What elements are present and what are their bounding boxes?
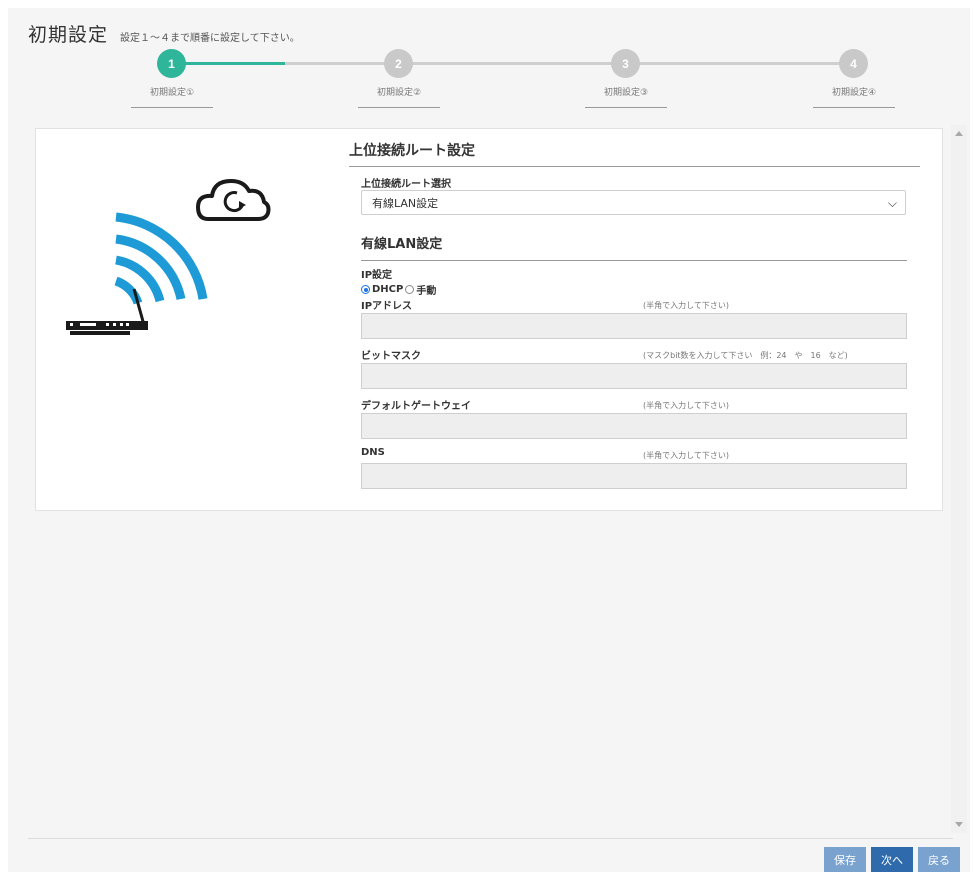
save-button[interactable]: 保存 bbox=[824, 847, 866, 872]
dns-hint: (半角で入力して下さい) bbox=[643, 451, 730, 460]
bitmask-hint: (マスクbit数を入力して下さい 例：24 や 16 など) bbox=[643, 351, 848, 360]
route-select[interactable]: 有線LAN設定 ⌵ bbox=[361, 190, 906, 215]
step-3-label: 初期設定③ bbox=[603, 88, 649, 98]
stepper: 1 初期設定① 2 初期設定② 3 初期設定③ 4 初期設定④ bbox=[0, 0, 974, 120]
step-3-underline bbox=[585, 107, 667, 108]
step-4-underline bbox=[813, 107, 895, 108]
wired-lan-section-title: 有線LAN設定 bbox=[361, 233, 907, 261]
chevron-down-icon: ⌵ bbox=[887, 196, 897, 210]
manual-radio-label[interactable]: 手動 bbox=[416, 282, 436, 297]
default-gateway-input[interactable] bbox=[361, 413, 907, 439]
default-gateway-label: デフォルトゲートウェイ bbox=[361, 401, 471, 412]
router-icon bbox=[66, 288, 148, 335]
ip-address-label: IPアドレス bbox=[361, 301, 413, 312]
dns-input[interactable] bbox=[361, 463, 907, 489]
step-1-label: 初期設定① bbox=[149, 88, 195, 98]
ip-address-input[interactable] bbox=[361, 313, 907, 339]
dhcp-radio-label[interactable]: DHCP bbox=[372, 284, 403, 295]
step-track-line bbox=[285, 62, 840, 65]
step-4-circle[interactable]: 4 bbox=[839, 49, 868, 78]
dhcp-radio[interactable] bbox=[361, 285, 370, 294]
back-button[interactable]: 戻る bbox=[918, 847, 960, 872]
bitmask-input[interactable] bbox=[361, 363, 907, 389]
wifi-signal-icon bbox=[114, 212, 208, 305]
vertical-scrollbar[interactable] bbox=[951, 125, 967, 833]
step-4-label: 初期設定④ bbox=[831, 88, 877, 98]
section-title: 上位接続ルート設定 bbox=[349, 140, 920, 167]
route-select-value: 有線LAN設定 bbox=[372, 196, 439, 210]
scroll-down-arrow-icon[interactable] bbox=[955, 822, 963, 827]
dns-label: DNS bbox=[361, 447, 385, 458]
ip-address-hint: (半角で入力して下さい) bbox=[643, 301, 730, 310]
connection-route-form: 上位接続ルート設定 bbox=[349, 128, 920, 167]
network-illustration bbox=[66, 179, 271, 335]
bitmask-label: ビットマスク bbox=[361, 351, 421, 362]
step-2-label: 初期設定② bbox=[376, 88, 422, 98]
step-2-circle[interactable]: 2 bbox=[384, 49, 413, 78]
step-1-underline bbox=[131, 107, 213, 108]
ip-setting-label: IP設定 bbox=[361, 270, 393, 281]
manual-radio[interactable] bbox=[405, 285, 415, 294]
cloud-sync-icon bbox=[196, 179, 271, 221]
step-2-underline bbox=[358, 107, 440, 108]
route-select-label: 上位接続ルート選択 bbox=[361, 179, 451, 190]
step-1-circle[interactable]: 1 bbox=[157, 49, 186, 78]
ip-setting-radio-group: DHCP 手動 bbox=[361, 282, 436, 297]
scroll-up-arrow-icon[interactable] bbox=[955, 131, 963, 136]
step-3-circle[interactable]: 3 bbox=[611, 49, 640, 78]
footer-divider bbox=[28, 838, 953, 839]
default-gateway-hint: (半角で入力して下さい) bbox=[643, 401, 730, 410]
step-progress-line bbox=[185, 62, 285, 65]
next-button[interactable]: 次へ bbox=[871, 847, 913, 872]
